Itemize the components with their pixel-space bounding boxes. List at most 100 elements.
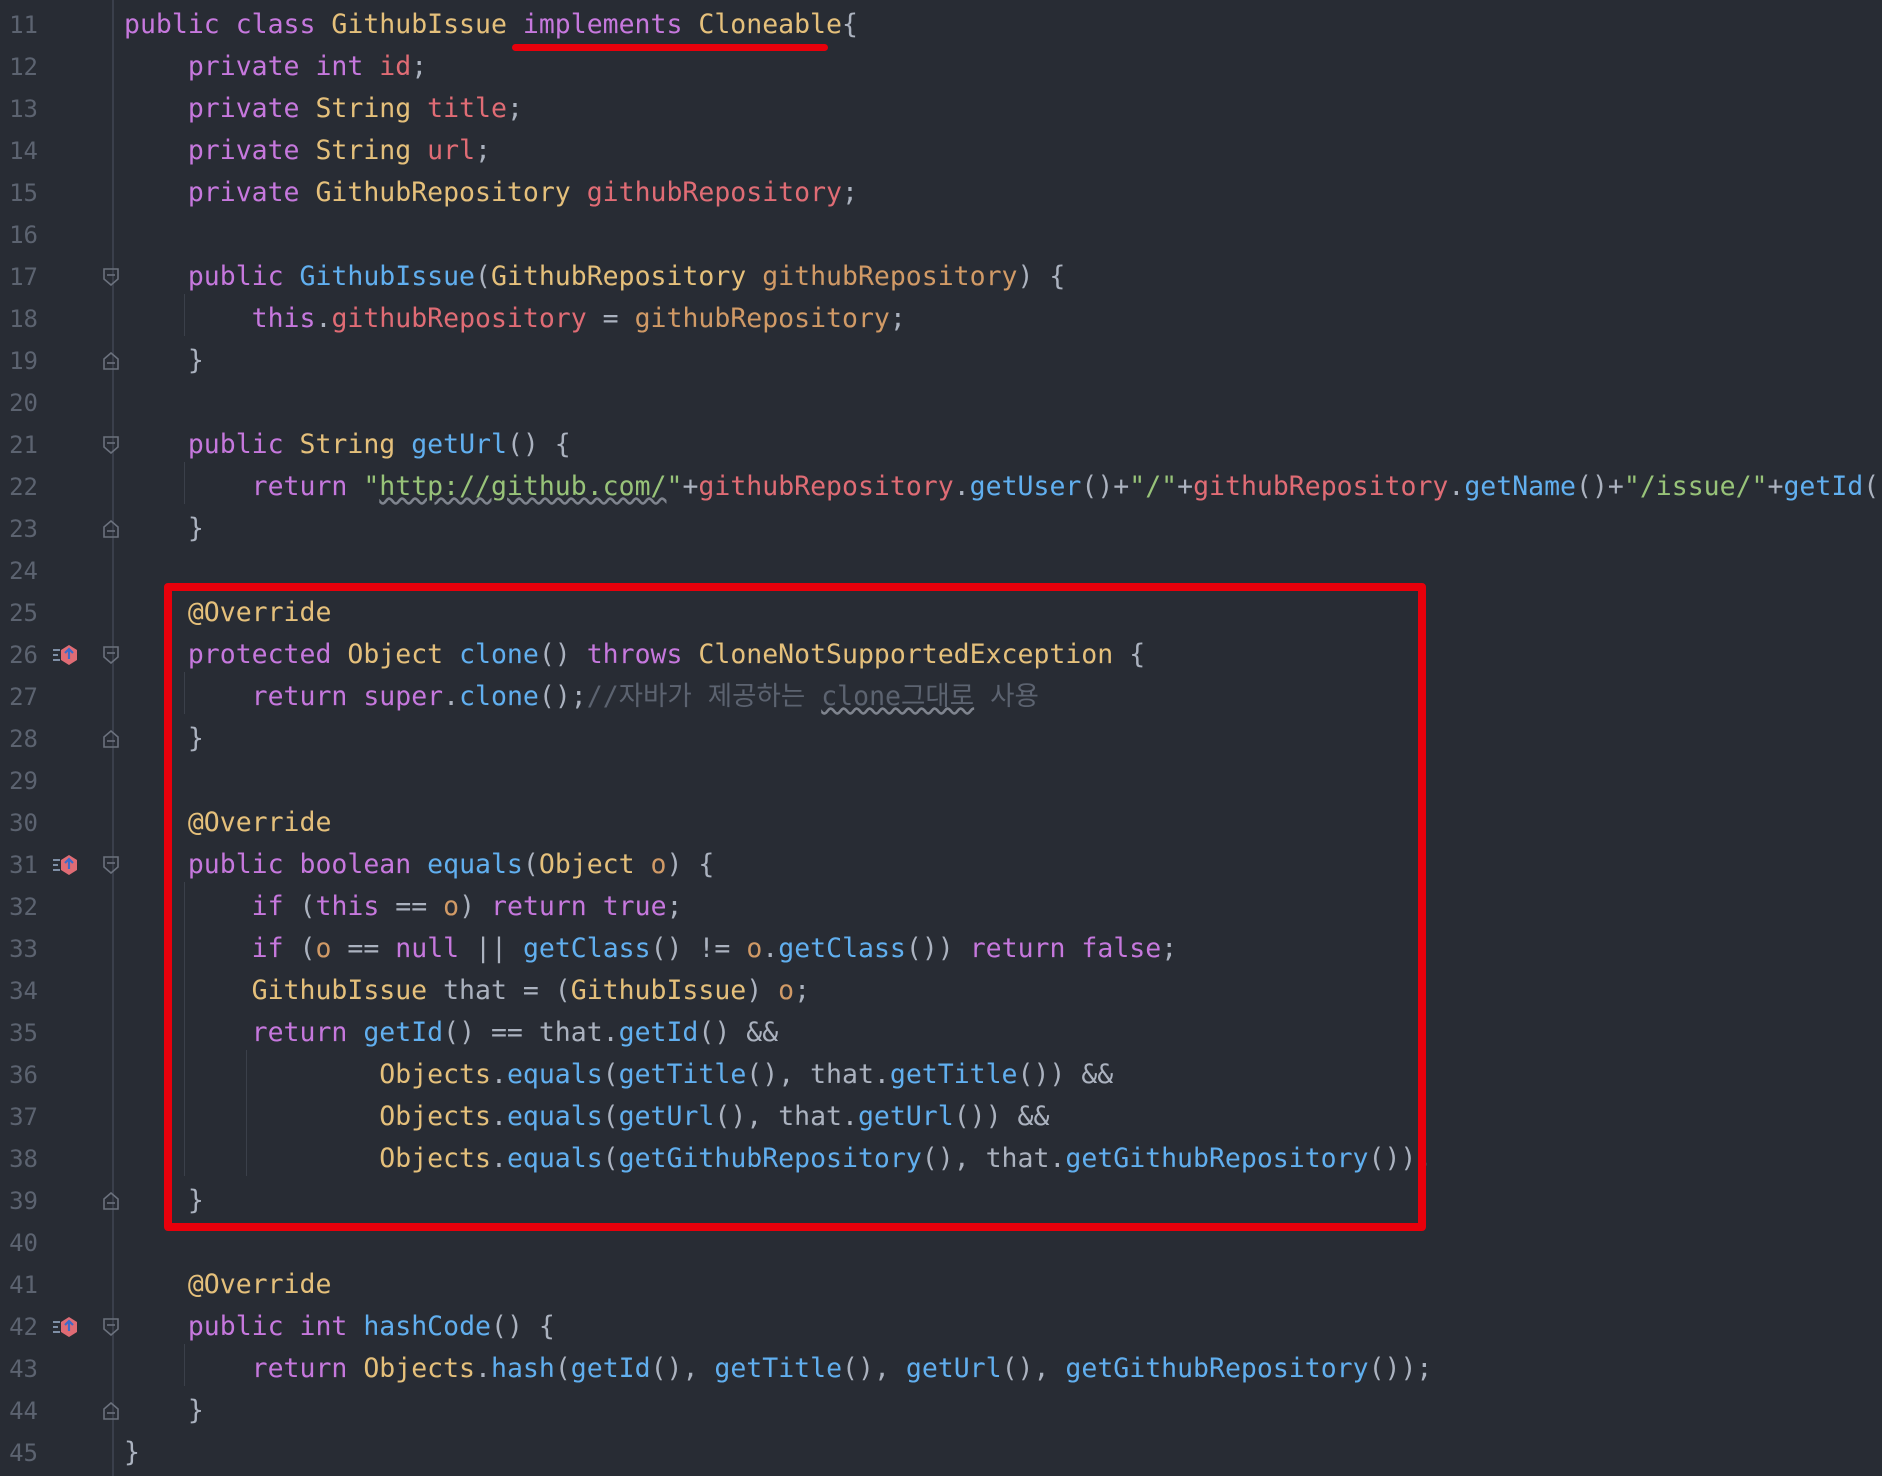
code-line[interactable]: 11 public class GithubIssue implements Cl… bbox=[0, 4, 1882, 46]
fold-toggle-icon[interactable] bbox=[103, 268, 119, 286]
code-token: ( bbox=[475, 261, 491, 292]
override-method-icon[interactable] bbox=[52, 854, 78, 876]
code-token: githubRepository bbox=[1193, 471, 1449, 502]
fold-toggle-icon[interactable] bbox=[103, 646, 119, 664]
code-line[interactable]: 23 } bbox=[0, 508, 1882, 550]
code-line[interactable]: 45} bbox=[0, 1432, 1882, 1474]
code-token: getUser bbox=[969, 471, 1082, 502]
code-token: () { bbox=[506, 429, 571, 460]
fold-toggle-icon[interactable] bbox=[103, 352, 119, 370]
code-text: private int id; bbox=[124, 46, 427, 88]
indent-guide bbox=[184, 462, 185, 504]
code-token: String bbox=[315, 135, 428, 166]
code-token: getId bbox=[1783, 471, 1864, 502]
code-line[interactable]: 22 return "http://github.com/"+githubRep… bbox=[0, 466, 1882, 508]
code-line[interactable]: 18 this.githubRepository = githubReposit… bbox=[0, 298, 1882, 340]
code-line[interactable]: 14 private String url; bbox=[0, 130, 1882, 172]
code-token: { bbox=[841, 9, 858, 40]
code-line[interactable]: 16 bbox=[0, 214, 1882, 256]
code-token: (), bbox=[842, 1353, 906, 1384]
code-text: public GithubIssue(GithubRepository gith… bbox=[124, 256, 1066, 298]
code-token: http://github.com/ bbox=[379, 471, 667, 502]
code-token: ( bbox=[554, 1353, 571, 1384]
code-token: class bbox=[235, 9, 332, 40]
code-token: + bbox=[1767, 471, 1784, 502]
code-token: GithubRepository bbox=[490, 261, 763, 292]
indent-guide bbox=[184, 294, 185, 336]
line-number: 42 bbox=[9, 1313, 38, 1341]
line-number: 34 bbox=[9, 977, 38, 1005]
code-token: this bbox=[251, 303, 316, 334]
code-token: " bbox=[666, 471, 683, 502]
code-editor[interactable]: 11 public class GithubIssue implements Cl… bbox=[0, 0, 1882, 1476]
code-token: getGithubRepository bbox=[1065, 1353, 1369, 1384]
code-token: githubRepository bbox=[698, 471, 954, 502]
code-token: getUrl bbox=[905, 1353, 1002, 1384]
fold-toggle-icon[interactable] bbox=[103, 730, 119, 748]
line-number: 39 bbox=[9, 1187, 38, 1215]
code-line[interactable]: 41 @Override bbox=[0, 1264, 1882, 1306]
code-token: ; bbox=[411, 51, 428, 82]
code-line[interactable]: 19 } bbox=[0, 340, 1882, 382]
code-token: ; bbox=[889, 303, 906, 334]
code-line[interactable]: 21 public String getUrl() { bbox=[0, 424, 1882, 466]
code-token: String bbox=[299, 429, 412, 460]
fold-toggle-icon[interactable] bbox=[103, 1192, 119, 1210]
code-line[interactable]: 17 public GithubIssue(GithubRepository g… bbox=[0, 256, 1882, 298]
code-token: GithubIssue bbox=[299, 261, 476, 292]
fold-toggle-icon[interactable] bbox=[103, 1318, 119, 1336]
line-number: 17 bbox=[9, 263, 38, 291]
code-token: . bbox=[953, 471, 970, 502]
code-token: . bbox=[1448, 471, 1465, 502]
code-token: private bbox=[187, 51, 316, 82]
code-token: githubRepository bbox=[331, 303, 587, 334]
code-token: githubRepository bbox=[586, 177, 842, 208]
line-number: 13 bbox=[9, 95, 38, 123]
line-number: 16 bbox=[9, 221, 38, 249]
line-number: 12 bbox=[9, 53, 38, 81]
code-line[interactable]: 20 bbox=[0, 382, 1882, 424]
code-text: return "http://github.com/"+githubReposi… bbox=[124, 466, 1882, 508]
line-number: 43 bbox=[9, 1355, 38, 1383]
code-line[interactable]: 44 } bbox=[0, 1390, 1882, 1432]
code-text: } bbox=[124, 340, 204, 382]
fold-toggle-icon[interactable] bbox=[103, 856, 119, 874]
code-line[interactable]: 42 public int hashCode() { bbox=[0, 1306, 1882, 1348]
code-text: } bbox=[124, 1390, 204, 1432]
code-text: @Override bbox=[124, 1264, 332, 1306]
code-token: public bbox=[187, 1311, 300, 1342]
code-text: private String url; bbox=[124, 130, 491, 172]
code-token: Objects bbox=[363, 1353, 476, 1384]
code-line[interactable]: 43 return Objects.hash(getId(), getTitle… bbox=[0, 1348, 1882, 1390]
fold-toggle-icon[interactable] bbox=[103, 520, 119, 538]
code-token: getTitle bbox=[714, 1353, 843, 1384]
code-text: public int hashCode() { bbox=[124, 1306, 555, 1348]
line-number: 25 bbox=[9, 599, 38, 627]
code-line[interactable]: 15 private GithubRepository githubReposi… bbox=[0, 172, 1882, 214]
line-number: 14 bbox=[9, 137, 38, 165]
fold-toggle-icon[interactable] bbox=[103, 436, 119, 454]
code-token: return bbox=[251, 471, 364, 502]
code-line[interactable]: 13 private String title; bbox=[0, 88, 1882, 130]
code-token: Cloneable bbox=[698, 9, 842, 40]
line-number: 23 bbox=[9, 515, 38, 543]
fold-toggle-icon[interactable] bbox=[103, 1402, 119, 1420]
code-line[interactable]: 12 private int id; bbox=[0, 46, 1882, 88]
override-method-icon[interactable] bbox=[52, 644, 78, 666]
line-number: 37 bbox=[9, 1103, 38, 1131]
line-number: 19 bbox=[9, 347, 38, 375]
code-token: private bbox=[187, 93, 316, 124]
code-token: getUrl bbox=[411, 429, 507, 460]
code-text: private String title; bbox=[124, 88, 523, 130]
line-number: 41 bbox=[9, 1271, 38, 1299]
code-token: getName bbox=[1464, 471, 1577, 502]
line-number: 20 bbox=[9, 389, 38, 417]
line-number: 29 bbox=[9, 767, 38, 795]
override-method-icon[interactable] bbox=[52, 1316, 78, 1338]
code-text: this.githubRepository = githubRepository… bbox=[124, 298, 906, 340]
